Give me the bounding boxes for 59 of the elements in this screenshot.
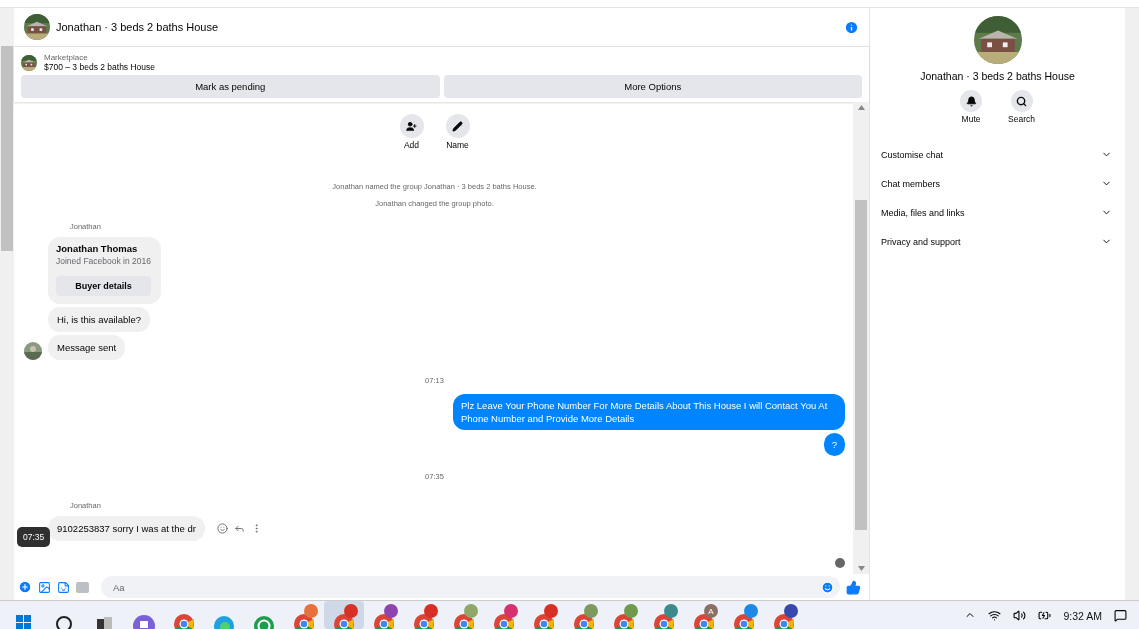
search-icon [1016,95,1027,107]
chrome-icon [733,613,755,629]
time-tooltip: 07:35 [17,527,51,547]
taskbar-button[interactable] [324,601,364,629]
details-section[interactable]: Chat members [870,169,1125,198]
incoming-message: Hi, is this available? [48,307,150,332]
outgoing-message: Plz Leave Your Phone Number For More Details About This House I will Contact You At Phone Number and Provide More Details [453,394,845,430]
plus-icon[interactable] [18,580,32,594]
react-icon[interactable] [216,523,228,534]
info-icon[interactable] [844,19,859,35]
chrome-icon [533,613,555,629]
clock[interactable]: 9:32 AM [1063,610,1102,622]
page-scrollbar[interactable] [1125,8,1139,600]
photo-icon[interactable] [38,580,51,594]
listing-source: Marketplace [44,53,89,62]
scrollbar-thumb[interactable] [855,200,867,530]
speaker-icon[interactable] [1013,608,1027,622]
incoming-message: Message sent [48,335,126,360]
listing-title: $700 – 3 beds 2 baths House [44,62,156,72]
chrome-icon [773,613,795,629]
add-person-icon [406,120,417,132]
chrome-icon [653,613,675,629]
listing-button[interactable]: Mark as pending [21,75,440,98]
incoming-message: 9102253837 sorry I was at the dr [48,516,205,541]
conversation-title: Jonathan · 3 beds 2 baths House [920,70,1075,82]
scroll-down-icon[interactable] [857,566,865,571]
bell-icon [965,95,977,107]
profile-badge: A [704,604,718,618]
details-section[interactable]: Media, files and links [870,198,1125,227]
reply-icon[interactable] [233,523,245,534]
listing-button[interactable]: More Options [443,75,862,98]
buyer-details-button[interactable]: Buyer details [56,276,151,296]
chrome-icon [413,613,435,629]
outgoing-message: ? [823,433,845,456]
details-section[interactable]: Privacy and support [870,227,1125,256]
details-section[interactable]: Customise chat [870,140,1125,169]
message-field[interactable]: Aa [101,576,840,598]
taskbar-button[interactable]: A [684,601,724,629]
chrome-icon [453,613,475,629]
like-icon[interactable] [846,579,861,595]
chrome-icon [493,613,515,629]
pencil-icon [452,120,463,132]
wifi-icon[interactable] [988,608,1002,622]
sticker-icon[interactable] [57,580,70,594]
scroll-up-icon[interactable] [857,105,865,110]
chrome-icon [333,613,355,629]
notification-icon[interactable] [1114,608,1127,622]
chrome-icon [693,613,715,629]
message-input[interactable]: Aa [111,580,821,594]
chrome-icon [613,613,635,629]
chrome-icon [293,613,315,629]
buyer-joined: Joined Facebook in 2016 [56,256,151,266]
emoji-icon[interactable] [821,580,834,594]
buyer-name: Jonathan Thomas [56,243,139,254]
scrollbar-thumb[interactable] [1,46,13,251]
chrome-icon [373,613,395,629]
chrome-icon [573,613,595,629]
seen-avatar-icon [835,558,845,568]
chat-title: Jonathan · 3 beds 2 baths House [56,21,220,33]
